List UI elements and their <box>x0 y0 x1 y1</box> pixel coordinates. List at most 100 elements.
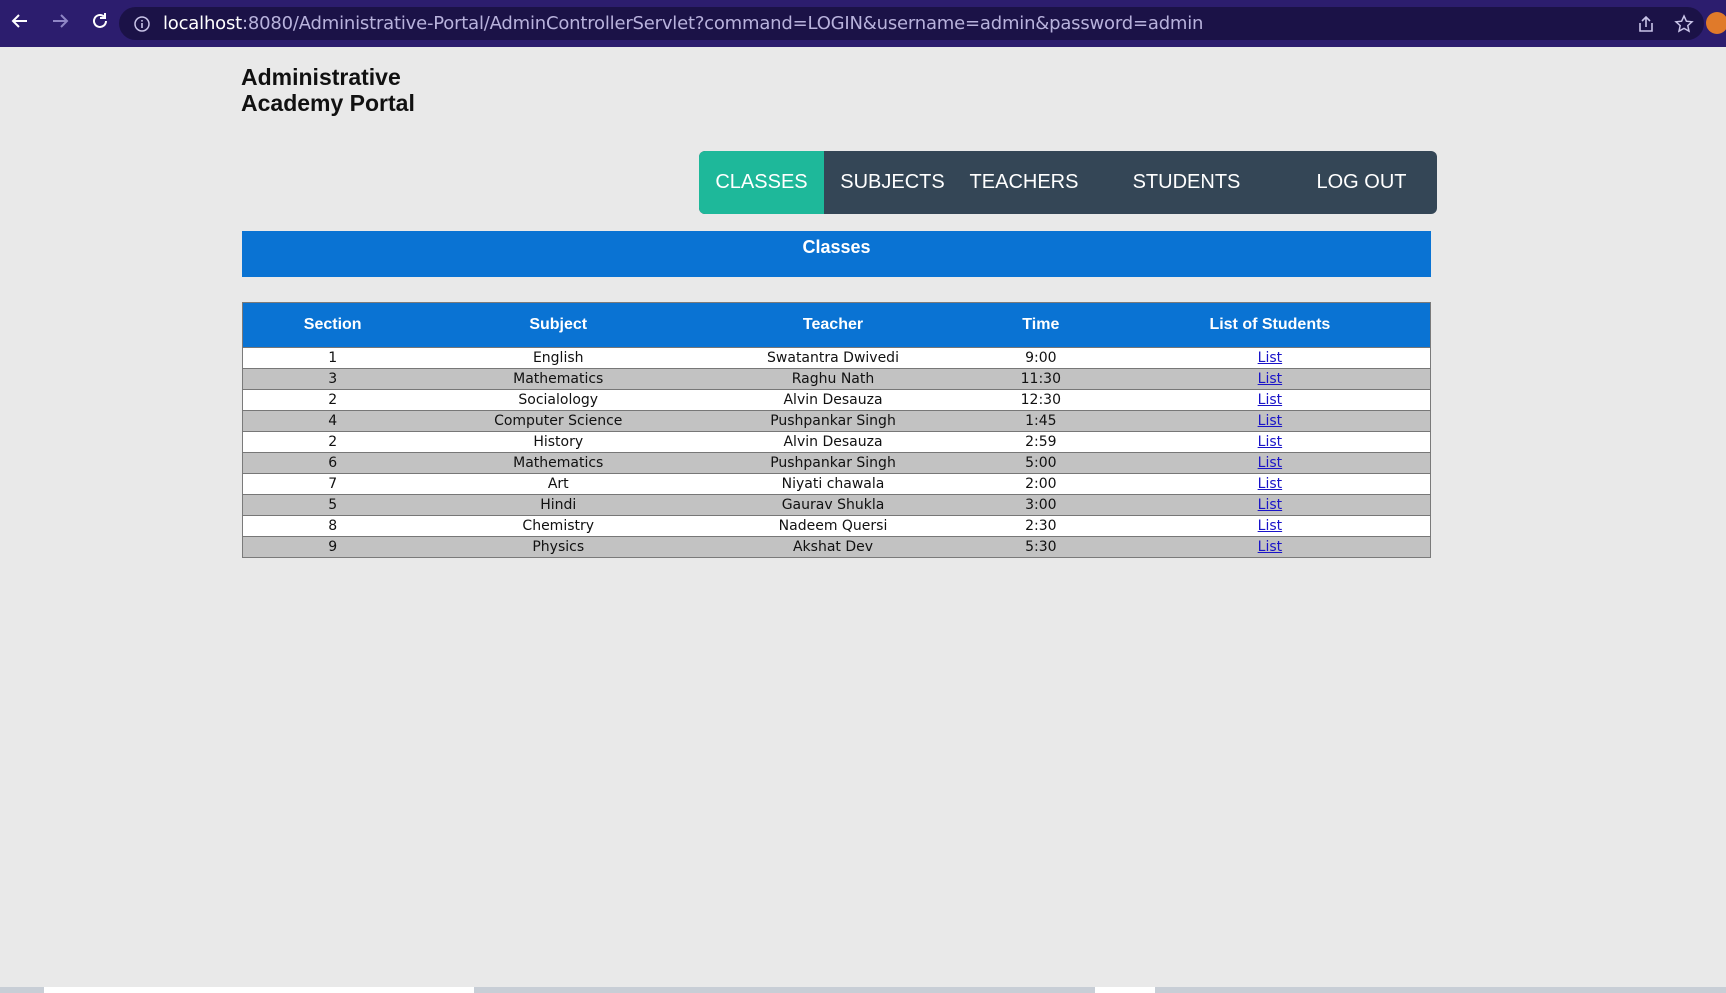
cell-section: 8 <box>242 515 423 537</box>
main-nav: CLASSES SUBJECTS TEACHERS STUDENTS LOG O… <box>699 151 1437 214</box>
cell-students: List <box>1109 515 1431 537</box>
site-title-line2: Academy Portal <box>241 90 415 116</box>
nav-classes[interactable]: CLASSES <box>699 151 824 214</box>
table-row: 8 Chemistry Nadeem Quersi 2:30 List <box>242 515 1431 537</box>
table-row: 2 History Alvin Desauza 2:59 List <box>242 431 1431 453</box>
cell-teacher: Swatantra Dwivedi <box>694 347 972 369</box>
cell-time: 9:00 <box>971 347 1110 369</box>
cell-students: List <box>1109 410 1431 432</box>
cell-students: List <box>1109 431 1431 453</box>
address-bar[interactable]: localhost:8080/Administrative-Portal/Adm… <box>119 7 1704 40</box>
students-list-link[interactable]: List <box>1258 434 1282 450</box>
cell-time: 2:30 <box>971 515 1110 537</box>
site-title-line1: Administrative <box>241 64 401 90</box>
nav-logout[interactable]: LOG OUT <box>1286 151 1437 214</box>
cell-students: List <box>1109 389 1431 411</box>
cell-section: 5 <box>242 494 423 516</box>
forward-arrow-icon <box>50 11 70 36</box>
back-arrow-icon <box>10 11 30 36</box>
back-button[interactable] <box>0 0 40 47</box>
profile-avatar[interactable] <box>1706 12 1726 34</box>
section-banner: Classes <box>242 231 1431 277</box>
column-header-teacher: Teacher <box>694 302 972 348</box>
cell-section: 9 <box>242 536 423 558</box>
table-row: 7 Art Niyati chawala 2:00 List <box>242 473 1431 495</box>
students-list-link[interactable]: List <box>1258 539 1282 555</box>
students-list-link[interactable]: List <box>1258 518 1282 534</box>
nav-subjects[interactable]: SUBJECTS <box>824 151 961 214</box>
cell-section: 4 <box>242 410 423 432</box>
cell-section: 1 <box>242 347 423 369</box>
cell-students: List <box>1109 473 1431 495</box>
table-row: 4 Computer Science Pushpankar Singh 1:45… <box>242 410 1431 432</box>
url-host: localhost <box>163 13 242 34</box>
cell-students: List <box>1109 536 1431 558</box>
cell-section: 3 <box>242 368 423 390</box>
cell-teacher: Pushpankar Singh <box>694 452 972 474</box>
cell-teacher: Akshat Dev <box>694 536 972 558</box>
students-list-link[interactable]: List <box>1258 392 1282 408</box>
cell-students: List <box>1109 347 1431 369</box>
cell-teacher: Niyati chawala <box>694 473 972 495</box>
cell-teacher: Gaurav Shukla <box>694 494 972 516</box>
table-row: 1 English Swatantra Dwivedi 9:00 List <box>242 347 1431 369</box>
cell-section: 6 <box>242 452 423 474</box>
cell-subject: Mathematics <box>422 368 695 390</box>
cell-subject: Art <box>422 473 695 495</box>
cell-students: List <box>1109 452 1431 474</box>
cell-subject: Chemistry <box>422 515 695 537</box>
column-header-time: Time <box>971 302 1110 348</box>
table-row: 6 Mathematics Pushpankar Singh 5:00 List <box>242 452 1431 474</box>
cell-time: 3:00 <box>971 494 1110 516</box>
cell-teacher: Raghu Nath <box>694 368 972 390</box>
cell-students: List <box>1109 494 1431 516</box>
taskbar-strip <box>0 987 1726 993</box>
star-icon[interactable] <box>1674 13 1694 34</box>
table-row: 3 Mathematics Raghu Nath 11:30 List <box>242 368 1431 390</box>
students-list-link[interactable]: List <box>1258 476 1282 492</box>
cell-subject: English <box>422 347 695 369</box>
students-list-link[interactable]: List <box>1258 497 1282 513</box>
cell-time: 2:00 <box>971 473 1110 495</box>
cell-time: 1:45 <box>971 410 1110 432</box>
students-list-link[interactable]: List <box>1258 413 1282 429</box>
nav-students[interactable]: STUDENTS <box>1087 151 1286 214</box>
table-header-row: Section Subject Teacher Time List of Stu… <box>242 302 1431 348</box>
classes-table: Section Subject Teacher Time List of Stu… <box>242 302 1431 558</box>
cell-section: 2 <box>242 389 423 411</box>
table-row: 5 Hindi Gaurav Shukla 3:00 List <box>242 494 1431 516</box>
section-title: Classes <box>802 237 871 257</box>
cell-time: 5:00 <box>971 452 1110 474</box>
cell-subject: History <box>422 431 695 453</box>
cell-time: 2:59 <box>971 431 1110 453</box>
table-row: 9 Physics Akshat Dev 5:30 List <box>242 536 1431 558</box>
forward-button[interactable] <box>40 0 80 47</box>
site-title: Administrative Academy Portal <box>241 64 415 116</box>
cell-section: 7 <box>242 473 423 495</box>
column-header-subject: Subject <box>422 302 695 348</box>
column-header-list-of-students: List of Students <box>1109 302 1431 348</box>
cell-subject: Mathematics <box>422 452 695 474</box>
reload-button[interactable] <box>80 0 120 47</box>
url-text[interactable]: localhost:8080/Administrative-Portal/Adm… <box>163 13 1203 34</box>
cell-section: 2 <box>242 431 423 453</box>
cell-subject: Hindi <box>422 494 695 516</box>
share-icon[interactable] <box>1636 14 1656 34</box>
students-list-link[interactable]: List <box>1258 371 1282 387</box>
cell-subject: Computer Science <box>422 410 695 432</box>
students-list-link[interactable]: List <box>1258 455 1282 471</box>
cell-subject: Physics <box>422 536 695 558</box>
nav-teachers[interactable]: TEACHERS <box>961 151 1087 214</box>
column-header-section: Section <box>242 302 423 348</box>
info-icon[interactable] <box>133 15 151 33</box>
students-list-link[interactable]: List <box>1258 350 1282 366</box>
taskbar-segment <box>44 987 474 993</box>
cell-teacher: Alvin Desauza <box>694 389 972 411</box>
table-row: 2 Socialology Alvin Desauza 12:30 List <box>242 389 1431 411</box>
cell-teacher: Pushpankar Singh <box>694 410 972 432</box>
cell-time: 12:30 <box>971 389 1110 411</box>
taskbar-segment <box>1095 987 1155 993</box>
cell-teacher: Alvin Desauza <box>694 431 972 453</box>
cell-time: 5:30 <box>971 536 1110 558</box>
cell-subject: Socialology <box>422 389 695 411</box>
